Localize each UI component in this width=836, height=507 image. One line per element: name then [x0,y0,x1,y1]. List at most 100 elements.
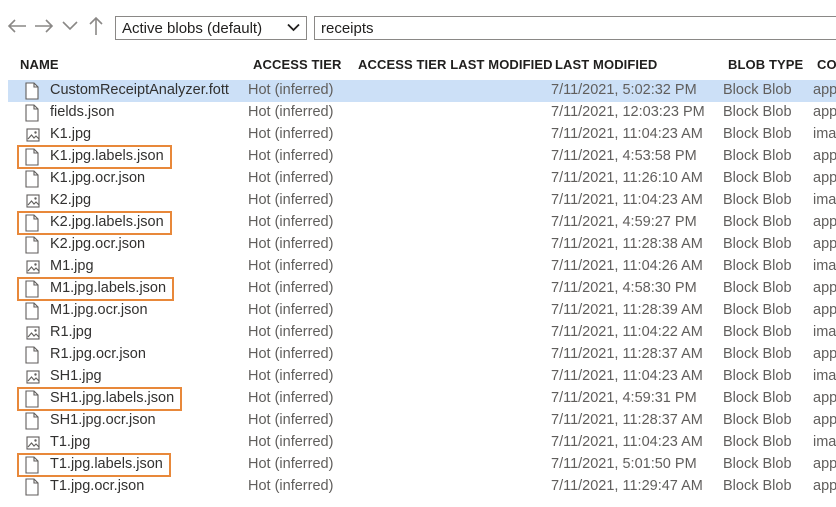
cell-content-type: app [813,104,836,120]
cell-last-modified: 7/11/2021, 11:29:47 AM [551,478,703,494]
cell-access-tier: Hot (inferred) [248,236,334,252]
table-row[interactable]: K2.jpg.labels.json Hot (inferred) 7/11/202… [8,211,836,235]
cell-access-tier: Hot (inferred) [248,368,334,384]
table-row[interactable]: fields.json Hot (inferred) 7/11/2021, 12:0… [8,102,836,124]
table-row[interactable]: CustomReceiptAnalyzer.fott Hot (inferred)… [8,80,836,102]
forward-button[interactable] [33,14,55,38]
cell-last-modified: 7/11/2021, 5:02:32 PM [551,82,697,98]
cell-access-tier: Hot (inferred) [248,82,334,98]
cell-blob-type: Block Blob [723,236,792,252]
cell-name: T1.jpg [50,434,91,450]
table-row[interactable]: T1.jpg Hot (inferred) 7/11/2021, 11:04:23 … [8,432,836,454]
cell-last-modified: 7/11/2021, 11:04:23 AM [551,368,703,384]
table-row[interactable]: R1.jpg.ocr.json Hot (inferred) 7/11/2021, … [8,344,836,366]
cell-access-tier: Hot (inferred) [248,148,334,164]
cell-content-type: app [813,456,836,472]
back-button[interactable] [6,14,28,38]
up-button[interactable] [85,14,107,38]
cell-last-modified: 7/11/2021, 4:58:30 PM [551,280,697,296]
recent-locations-button[interactable] [59,14,81,38]
table-row[interactable]: SH1.jpg.ocr.json Hot (inferred) 7/11/2021,… [8,410,836,432]
cell-name: K2.jpg.ocr.json [50,236,146,252]
cell-access-tier: Hot (inferred) [248,434,334,450]
column-header-content-type[interactable]: CO [817,57,836,72]
cell-name: SH1.jpg.ocr.json [50,412,156,428]
table-row[interactable]: K2.jpg.ocr.json Hot (inferred) 7/11/2021, … [8,234,836,256]
cell-last-modified: 7/11/2021, 11:28:37 AM [551,346,703,362]
image-file-icon [25,126,40,144]
table-row[interactable]: T1.jpg.labels.json Hot (inferred) 7/11/202… [8,453,836,477]
table-row[interactable]: K1.jpg.ocr.json Hot (inferred) 7/11/2021, … [8,168,836,190]
cell-access-tier: Hot (inferred) [248,302,334,318]
cell-last-modified: 7/11/2021, 11:04:26 AM [551,258,703,274]
arrow-left-icon [7,19,26,33]
table-row[interactable]: SH1.jpg.labels.json Hot (inferred) 7/11/20… [8,387,836,411]
table-row[interactable]: K1.jpg Hot (inferred) 7/11/2021, 11:04:23 … [8,124,836,146]
table-row[interactable]: M1.jpg.ocr.json Hot (inferred) 7/11/2021, … [8,300,836,322]
cell-blob-type: Block Blob [723,390,792,406]
cell-content-type: ima [813,324,836,340]
cell-content-type: app [813,346,836,362]
cell-access-tier: Hot (inferred) [248,346,334,362]
image-file-icon [25,434,40,452]
table-row[interactable]: M1.jpg.labels.json Hot (inferred) 7/11/202… [8,277,836,301]
image-file-icon [25,192,40,210]
cell-content-type: app [813,214,836,230]
file-icon [25,456,39,474]
column-header-row: NAME ACCESS TIER ACCESS TIER LAST MODIFI… [0,54,836,76]
table-row[interactable]: K2.jpg Hot (inferred) 7/11/2021, 11:04:23 … [8,190,836,212]
cell-name: K1.jpg [50,126,92,142]
cell-content-type: app [813,478,836,494]
cell-blob-type: Block Blob [723,412,792,428]
cell-content-type: app [813,148,836,164]
cell-blob-type: Block Blob [723,324,792,340]
file-icon [25,170,39,188]
file-icon [25,412,39,430]
cell-name: R1.jpg.ocr.json [50,346,146,362]
cell-blob-type: Block Blob [723,170,792,186]
column-header-name[interactable]: NAME [20,57,59,72]
table-row[interactable]: SH1.jpg Hot (inferred) 7/11/2021, 11:04:23… [8,366,836,388]
cell-name: M1.jpg.labels.json [50,280,167,296]
column-header-access-tier-last-modified[interactable]: ACCESS TIER LAST MODIFIED [358,57,553,72]
blob-tier-select[interactable]: Active blobs (default) [115,16,307,40]
column-header-blob-type[interactable]: BLOB TYPE [728,57,803,72]
cell-name: K2.jpg.labels.json [50,214,164,230]
column-header-access-tier[interactable]: ACCESS TIER [253,57,342,72]
cell-last-modified: 7/11/2021, 11:04:22 AM [551,324,703,340]
table-row[interactable]: T1.jpg.ocr.json Hot (inferred) 7/11/2021, … [8,476,836,498]
cell-name: SH1.jpg [50,368,102,384]
cell-blob-type: Block Blob [723,104,792,120]
cell-content-type: app [813,390,836,406]
cell-access-tier: Hot (inferred) [248,214,334,230]
cell-name: T1.jpg.ocr.json [50,478,145,494]
file-icon [25,302,39,320]
file-icon [25,104,39,122]
cell-last-modified: 7/11/2021, 5:01:50 PM [551,456,697,472]
path-input[interactable]: receipts [314,16,836,40]
arrow-up-icon [89,16,103,35]
cell-name: T1.jpg.labels.json [50,456,163,472]
arrow-right-icon [35,19,54,33]
cell-name: CustomReceiptAnalyzer.fott [50,82,229,98]
image-file-icon [25,324,40,342]
cell-content-type: app [813,170,836,186]
cell-access-tier: Hot (inferred) [248,324,334,340]
file-icon [25,280,39,298]
cell-access-tier: Hot (inferred) [248,126,334,142]
file-icon [25,236,39,254]
file-icon [25,346,39,364]
table-row[interactable]: M1.jpg Hot (inferred) 7/11/2021, 11:04:26 … [8,256,836,278]
table-row[interactable]: K1.jpg.labels.json Hot (inferred) 7/11/202… [8,145,836,169]
file-icon [25,82,39,100]
image-file-icon [25,258,40,276]
cell-last-modified: 7/11/2021, 11:28:39 AM [551,302,703,318]
cell-blob-type: Block Blob [723,434,792,450]
column-header-last-modified[interactable]: LAST MODIFIED [555,57,657,72]
table-row[interactable]: R1.jpg Hot (inferred) 7/11/2021, 11:04:22 … [8,322,836,344]
cell-name: R1.jpg [50,324,92,340]
cell-name: SH1.jpg.labels.json [50,390,175,406]
cell-content-type: ima [813,434,836,450]
image-file-icon [25,368,40,386]
file-icon [25,478,39,496]
